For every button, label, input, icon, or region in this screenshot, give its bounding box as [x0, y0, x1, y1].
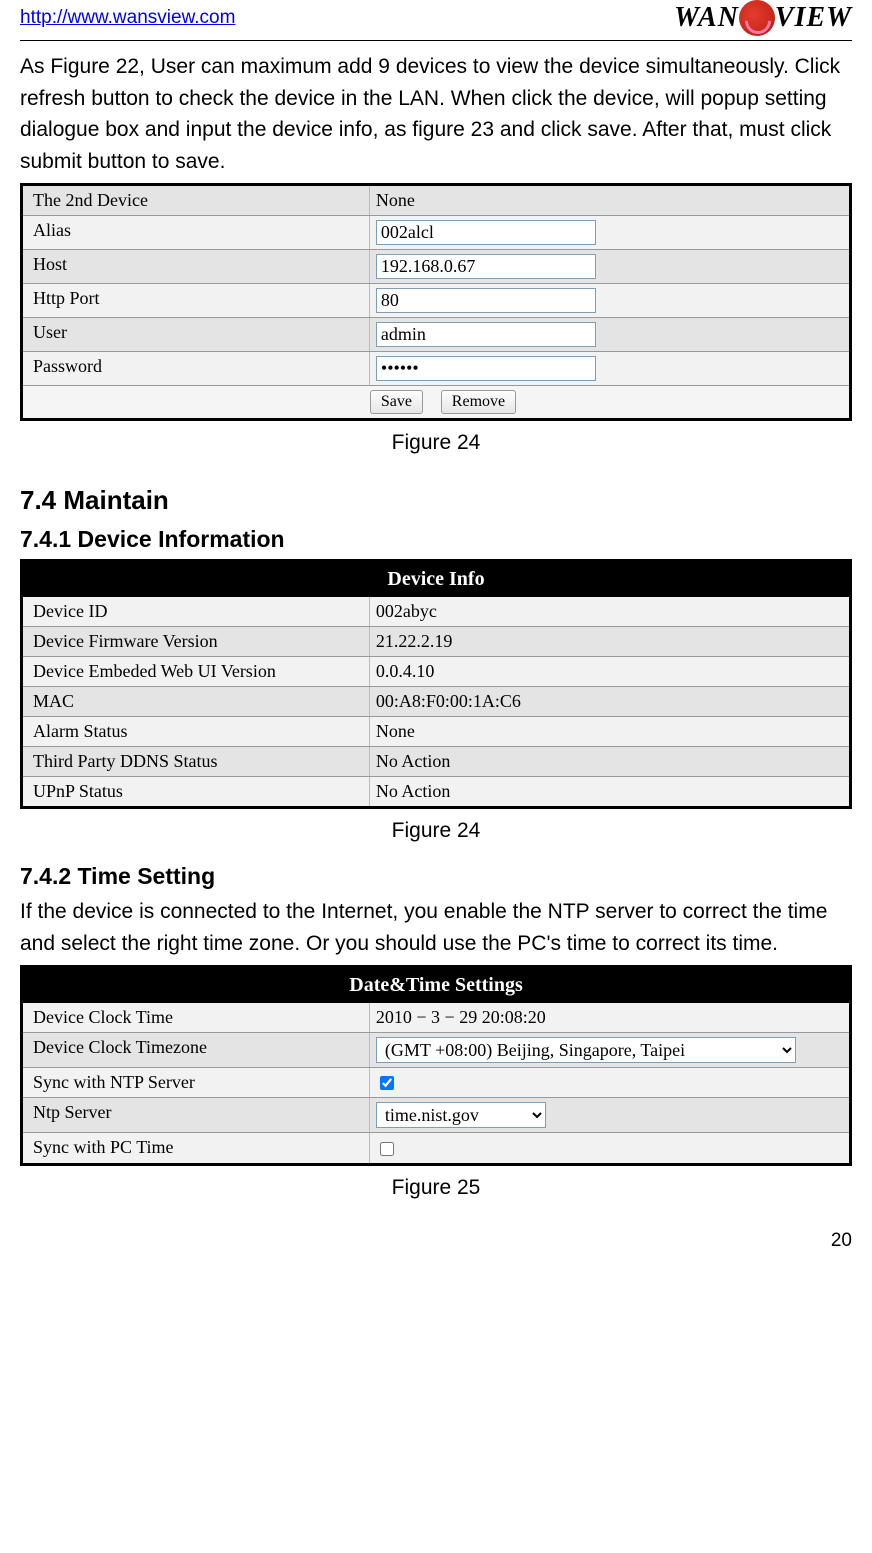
- upnp-status-value: No Action: [370, 777, 849, 806]
- sync-ntp-checkbox[interactable]: [380, 1076, 394, 1090]
- sync-pc-time-checkbox[interactable]: [380, 1142, 394, 1156]
- device-info-title: Device Info: [23, 562, 849, 597]
- sync-pc-time-label: Sync with PC Time: [23, 1133, 370, 1162]
- ddns-status-value: No Action: [370, 747, 849, 776]
- section-7-4-1-heading: 7.4.1 Device Information: [20, 526, 852, 553]
- device-id-value: 002abyc: [370, 597, 849, 626]
- logo-swirl-icon: [739, 0, 775, 36]
- section-7-4-2-heading: 7.4.2 Time Setting: [20, 863, 852, 890]
- device-clock-timezone-label: Device Clock Timezone: [23, 1033, 370, 1067]
- header-url-link[interactable]: http://www.wansview.com: [20, 7, 235, 29]
- second-device-form-panel: The 2nd Device None Alias Host Http Port…: [20, 183, 852, 421]
- datetime-settings-panel: Date&Time Settings Device Clock Time 201…: [20, 965, 852, 1166]
- password-label: Password: [23, 352, 370, 385]
- http-port-input[interactable]: [376, 288, 596, 313]
- remove-button[interactable]: Remove: [441, 390, 516, 414]
- page-header: http://www.wansview.com WAN VIEW: [20, 0, 852, 41]
- user-input[interactable]: [376, 322, 596, 347]
- alarm-status-label: Alarm Status: [23, 717, 370, 746]
- device-id-label: Device ID: [23, 597, 370, 626]
- firmware-version-value: 21.22.2.19: [370, 627, 849, 656]
- password-input[interactable]: [376, 356, 596, 381]
- ntp-server-label: Ntp Server: [23, 1098, 370, 1132]
- web-ui-version-value: 0.0.4.10: [370, 657, 849, 686]
- upnp-status-label: UPnP Status: [23, 777, 370, 806]
- ntp-server-select[interactable]: time.nist.gov: [376, 1102, 546, 1128]
- sync-ntp-label: Sync with NTP Server: [23, 1068, 370, 1097]
- page-number: 20: [20, 1230, 852, 1252]
- section-7-4-heading: 7.4 Maintain: [20, 485, 852, 516]
- host-input[interactable]: [376, 254, 596, 279]
- device-clock-time-value: 2010 − 3 − 29 20:08:20: [370, 1003, 849, 1032]
- ddns-status-label: Third Party DDNS Status: [23, 747, 370, 776]
- mac-value: 00:A8:F0:00:1A:C6: [370, 687, 849, 716]
- figure24a-caption: Figure 24: [20, 431, 852, 455]
- mac-label: MAC: [23, 687, 370, 716]
- second-device-title-label: The 2nd Device: [23, 186, 370, 215]
- second-device-title-value: None: [370, 186, 849, 215]
- web-ui-version-label: Device Embeded Web UI Version: [23, 657, 370, 686]
- user-label: User: [23, 318, 370, 351]
- intro-paragraph: As Figure 22, User can maximum add 9 dev…: [20, 51, 852, 177]
- device-clock-time-label: Device Clock Time: [23, 1003, 370, 1032]
- firmware-version-label: Device Firmware Version: [23, 627, 370, 656]
- http-port-label: Http Port: [23, 284, 370, 317]
- logo-text-left: WAN: [674, 2, 739, 34]
- device-info-panel: Device Info Device ID 002abyc Device Fir…: [20, 559, 852, 809]
- logo-text-right: VIEW: [775, 2, 852, 34]
- logo: WAN VIEW: [674, 0, 852, 36]
- alarm-status-value: None: [370, 717, 849, 746]
- figure25-caption: Figure 25: [20, 1176, 852, 1200]
- datetime-settings-title: Date&Time Settings: [23, 968, 849, 1003]
- save-button[interactable]: Save: [370, 390, 423, 414]
- time-setting-paragraph: If the device is connected to the Intern…: [20, 896, 852, 959]
- device-clock-timezone-select[interactable]: (GMT +08:00) Beijing, Singapore, Taipei: [376, 1037, 796, 1063]
- alias-input[interactable]: [376, 220, 596, 245]
- figure24b-caption: Figure 24: [20, 819, 852, 843]
- host-label: Host: [23, 250, 370, 283]
- alias-label: Alias: [23, 216, 370, 249]
